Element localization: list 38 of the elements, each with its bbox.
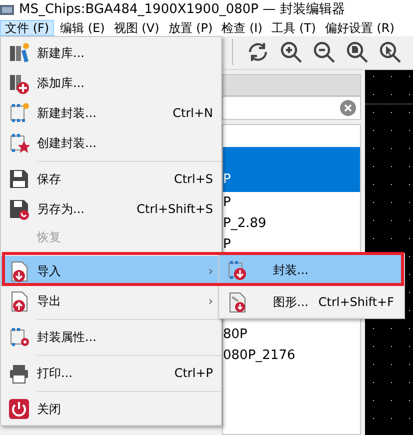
chip-badge-icon: [8, 132, 30, 154]
clear-icon[interactable]: [340, 100, 356, 116]
books-icon: [8, 42, 30, 64]
list-item[interactable]: P: [223, 192, 360, 213]
zoom-in-icon[interactable]: [279, 40, 303, 64]
menu-item[interactable]: 视图 (V): [110, 20, 162, 36]
list-item[interactable]: P: [223, 234, 360, 255]
menu-item[interactable]: 偏好设置 (R): [322, 20, 398, 36]
menu-item[interactable]: 导出 ›: [1, 286, 221, 316]
zoom-fit-icon[interactable]: [345, 40, 369, 64]
list-item[interactable]: 080P_2176: [223, 345, 360, 366]
list-item[interactable]: 80P: [223, 324, 360, 345]
menu-item[interactable]: 放置 (P): [165, 20, 216, 36]
window-title: MS_Chips:BGA484_1900X1900_080P — 封装编辑器: [19, 1, 345, 19]
zoom-selection-icon[interactable]: [378, 40, 402, 64]
chip-down-icon: [226, 259, 248, 281]
list-item[interactable]: P_2.89: [223, 213, 360, 234]
menu-item[interactable]: 编辑 (E): [57, 20, 108, 36]
printer-icon: [8, 362, 30, 384]
menu-item[interactable]: 添加库...: [1, 68, 221, 98]
books-plus-icon: [8, 72, 30, 94]
menu-item[interactable]: 关闭: [1, 394, 221, 424]
menu-item[interactable]: 创建封装...: [1, 128, 221, 158]
menu-item[interactable]: 另存为... Ctrl+Shift+S: [1, 194, 221, 224]
search-field[interactable]: [222, 96, 361, 120]
menu-item[interactable]: 新建封装... Ctrl+N: [1, 98, 221, 128]
menu-item[interactable]: 保存 Ctrl+S: [1, 164, 221, 194]
menu-item[interactable]: 图形... Ctrl+Shift+F: [219, 286, 404, 318]
power-icon: [8, 398, 30, 420]
list-item[interactable]: P: [223, 147, 360, 192]
menu-item[interactable]: 检查 (I): [218, 20, 266, 36]
menu-item[interactable]: 封装属性...: [1, 322, 221, 352]
menu-item[interactable]: 文件 (F): [0, 20, 54, 36]
menu-item[interactable]: 新建库...: [1, 38, 221, 68]
menu-item[interactable]: 打印... Ctrl+P: [1, 358, 221, 388]
app-icon: [0, 4, 14, 16]
menu-item[interactable]: 工具 (T): [268, 20, 319, 36]
zoom-out-icon[interactable]: [312, 40, 336, 64]
